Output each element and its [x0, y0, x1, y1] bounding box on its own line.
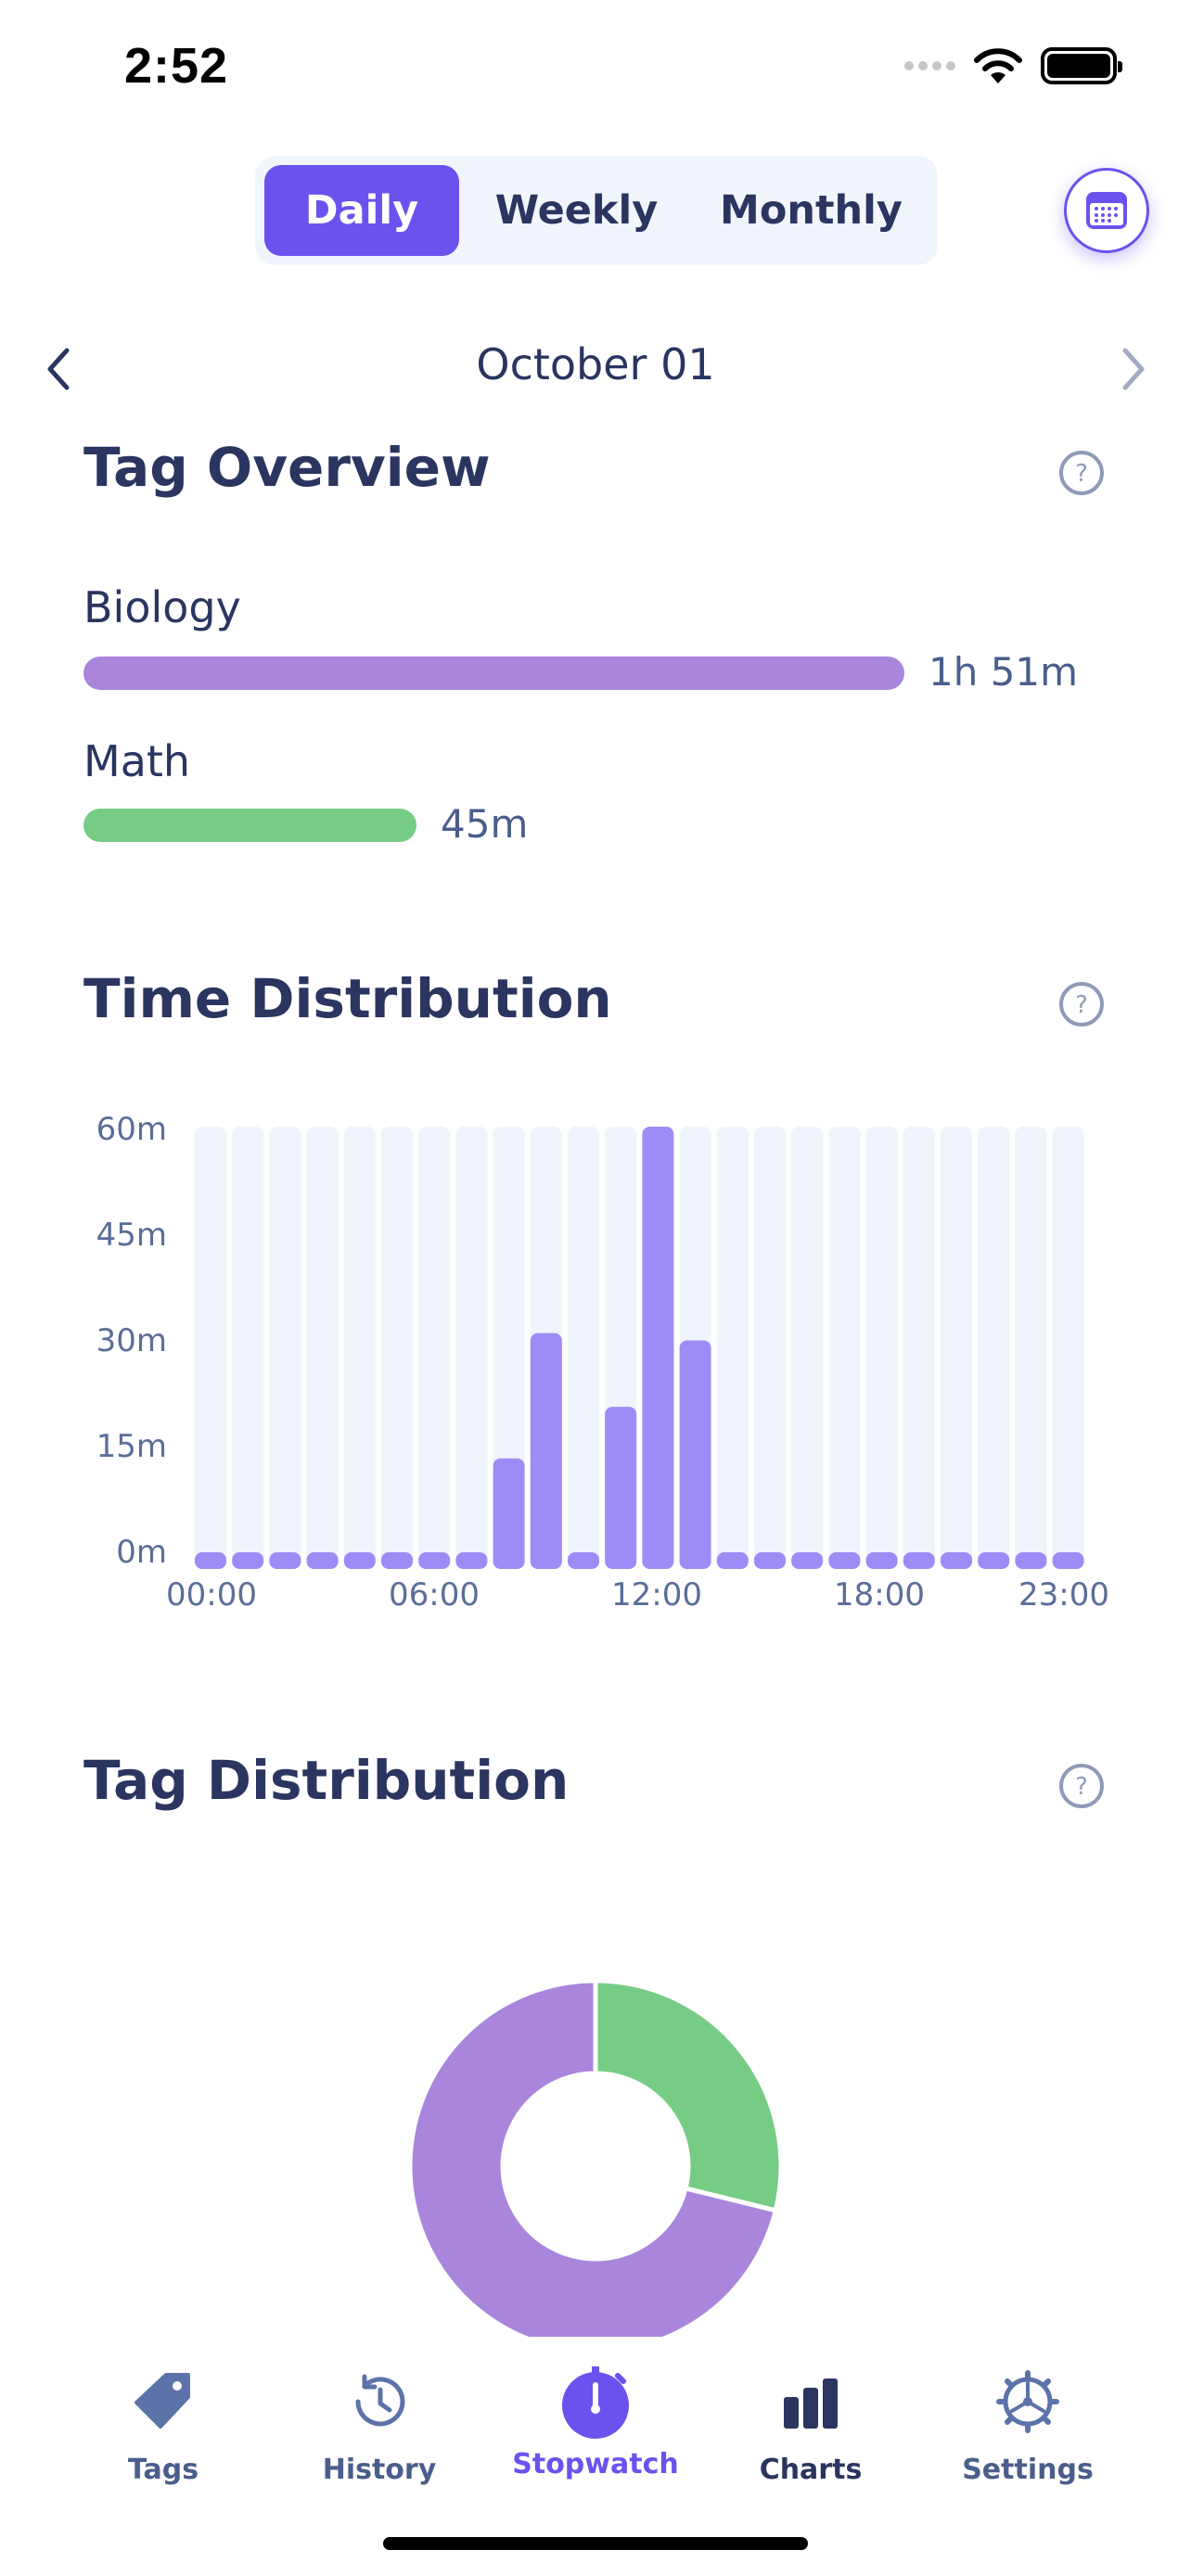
tab-label: Charts	[759, 2454, 863, 2486]
bar-track	[978, 1127, 1010, 1569]
bar-hour-23[interactable]	[1052, 1552, 1084, 1569]
bar-track	[941, 1127, 972, 1569]
bar-hour-06[interactable]	[418, 1552, 451, 1569]
bar-track	[828, 1127, 861, 1569]
x-tick-label: 18:00	[834, 1576, 925, 1613]
bar-hour-03[interactable]	[306, 1552, 339, 1569]
bar-hour-01[interactable]	[232, 1552, 264, 1569]
bar-track	[865, 1127, 898, 1569]
bar-hour-16[interactable]	[791, 1552, 824, 1569]
bar-track	[791, 1127, 824, 1569]
tab-history[interactable]: History	[287, 2365, 472, 2486]
history-icon	[355, 2374, 405, 2427]
bar-track	[232, 1127, 264, 1569]
donut-slice-math[interactable]	[593, 1978, 784, 2213]
bar-track	[306, 1127, 339, 1569]
bar-hour-08[interactable]	[493, 1458, 525, 1569]
bar-track	[1052, 1127, 1084, 1569]
settings-icon	[996, 2370, 1059, 2433]
stopwatch-icon	[562, 2366, 629, 2439]
time-distribution-bars	[195, 1127, 1084, 1569]
tag-distribution-donut-chart	[407, 1978, 784, 2354]
tab-label: Tags	[127, 2454, 199, 2486]
bar-hour-15[interactable]	[754, 1552, 786, 1569]
bar-track	[754, 1127, 786, 1569]
bar-hour-21[interactable]	[978, 1552, 1010, 1569]
bar-hour-13[interactable]	[679, 1340, 711, 1569]
tab-tags[interactable]: Tags	[70, 2365, 256, 2486]
tab-charts[interactable]: Charts	[718, 2365, 903, 2486]
svg-text:?: ?	[1075, 1773, 1088, 1801]
bar-hour-07[interactable]	[455, 1552, 488, 1569]
tab-settings[interactable]: Settings	[935, 2365, 1121, 2486]
bar-hour-20[interactable]	[941, 1552, 972, 1569]
tab-stopwatch[interactable]: Stopwatch	[503, 2365, 688, 2480]
x-tick-label: 00:00	[166, 1576, 257, 1613]
bar-hour-05[interactable]	[381, 1552, 413, 1569]
bar-hour-12[interactable]	[642, 1127, 674, 1569]
bar-track	[343, 1127, 376, 1569]
bar-track	[455, 1127, 488, 1569]
bar-track	[418, 1127, 451, 1569]
bar-track	[716, 1127, 749, 1569]
tag-distribution-help-icon[interactable]: ?	[1057, 1762, 1106, 1810]
bar-hour-09[interactable]	[530, 1333, 562, 1569]
tab-label: Stopwatch	[512, 2448, 679, 2480]
bar-track	[903, 1127, 935, 1569]
bar-hour-02[interactable]	[269, 1552, 301, 1569]
bar-hour-10[interactable]	[568, 1552, 599, 1569]
x-tick-label: 23:00	[1018, 1576, 1109, 1613]
bar-hour-11[interactable]	[605, 1407, 637, 1569]
tag-distribution-title: Tag Distribution	[83, 1749, 570, 1812]
bar-hour-00[interactable]	[195, 1552, 226, 1569]
bar-hour-14[interactable]	[716, 1552, 749, 1569]
bar-hour-18[interactable]	[865, 1552, 898, 1569]
tab-label: History	[322, 2454, 437, 2486]
bar-hour-22[interactable]	[1015, 1552, 1047, 1569]
bar-track	[568, 1127, 599, 1569]
home-indicator	[383, 2537, 808, 2550]
tag-icon	[134, 2373, 190, 2429]
charts-icon	[784, 2378, 838, 2429]
bar-hour-19[interactable]	[903, 1552, 935, 1569]
bar-track	[1015, 1127, 1047, 1569]
x-tick-label: 06:00	[389, 1576, 480, 1613]
tab-label: Settings	[962, 2454, 1094, 2486]
bar-track	[195, 1127, 226, 1569]
bar-hour-17[interactable]	[828, 1552, 861, 1569]
bar-track	[381, 1127, 413, 1569]
bar-hour-04[interactable]	[343, 1552, 376, 1569]
x-tick-label: 12:00	[611, 1576, 702, 1613]
bar-track	[269, 1127, 301, 1569]
